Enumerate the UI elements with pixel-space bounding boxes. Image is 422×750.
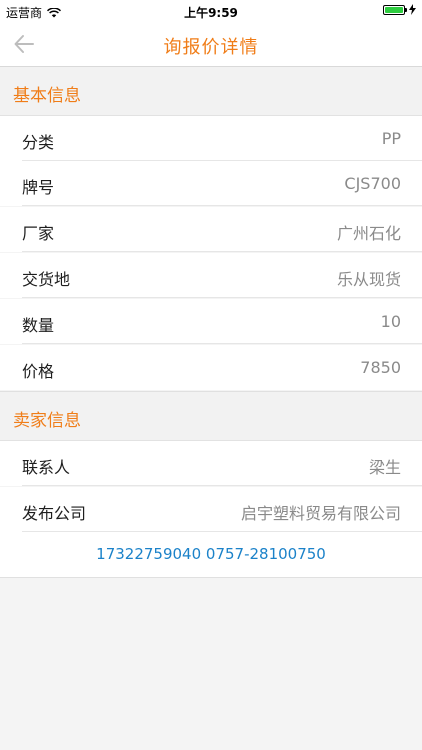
basic-info-header: 基本信息 bbox=[0, 67, 422, 116]
row-divider bbox=[22, 251, 422, 252]
charging-icon bbox=[409, 4, 416, 15]
row-divider bbox=[22, 297, 422, 298]
nav-bar: 询报价详情 bbox=[0, 22, 422, 67]
row-manufacturer: 厂家 广州石化 bbox=[0, 207, 422, 252]
row-divider bbox=[22, 485, 422, 486]
category-value: PP bbox=[381, 129, 401, 148]
price-value: 7850 bbox=[360, 358, 401, 377]
seller-info-header: 卖家信息 bbox=[0, 391, 422, 441]
manufacturer-label: 厂家 bbox=[22, 224, 55, 243]
publisher-company-label: 发布公司 bbox=[22, 504, 87, 523]
seller-info-title: 卖家信息 bbox=[13, 411, 81, 431]
manufacturer-value: 广州石化 bbox=[336, 224, 401, 243]
grade-label: 牌号 bbox=[22, 178, 55, 197]
page-title: 询报价详情 bbox=[163, 37, 259, 58]
row-price: 价格 7850 bbox=[0, 345, 422, 390]
row-delivery-location: 交货地 乐从现货 bbox=[0, 253, 422, 298]
row-category: 分类 PP bbox=[0, 116, 422, 161]
category-label: 分类 bbox=[22, 133, 55, 152]
contact-person-value: 梁生 bbox=[368, 458, 401, 477]
status-right bbox=[383, 4, 416, 15]
status-bar: 运营商 上午9:59 bbox=[0, 0, 422, 22]
contact-phone-row: 17322759040 0757-28100750 bbox=[0, 532, 422, 578]
contact-phone-link[interactable]: 17322759040 0757-28100750 bbox=[96, 545, 326, 563]
status-time: 上午9:59 bbox=[184, 6, 238, 20]
delivery-location-value: 乐从现货 bbox=[336, 270, 401, 289]
contact-person-label: 联系人 bbox=[22, 458, 71, 477]
quantity-label: 数量 bbox=[22, 316, 55, 335]
row-publisher-company: 发布公司 启宇塑料贸易有限公司 bbox=[0, 487, 422, 532]
basic-info-title: 基本信息 bbox=[13, 86, 81, 106]
quantity-value: 10 bbox=[380, 312, 401, 331]
row-divider bbox=[22, 343, 422, 344]
row-quantity: 数量 10 bbox=[0, 299, 422, 344]
row-grade: 牌号 CJS700 bbox=[0, 161, 422, 206]
grade-value: CJS700 bbox=[344, 174, 401, 193]
price-label: 价格 bbox=[22, 362, 55, 381]
publisher-company-value: 启宇塑料贸易有限公司 bbox=[240, 504, 401, 523]
battery-fill bbox=[385, 6, 403, 13]
battery-icon bbox=[383, 4, 407, 15]
row-contact-person: 联系人 梁生 bbox=[0, 441, 422, 486]
delivery-location-label: 交货地 bbox=[22, 270, 71, 289]
row-divider bbox=[22, 205, 422, 206]
